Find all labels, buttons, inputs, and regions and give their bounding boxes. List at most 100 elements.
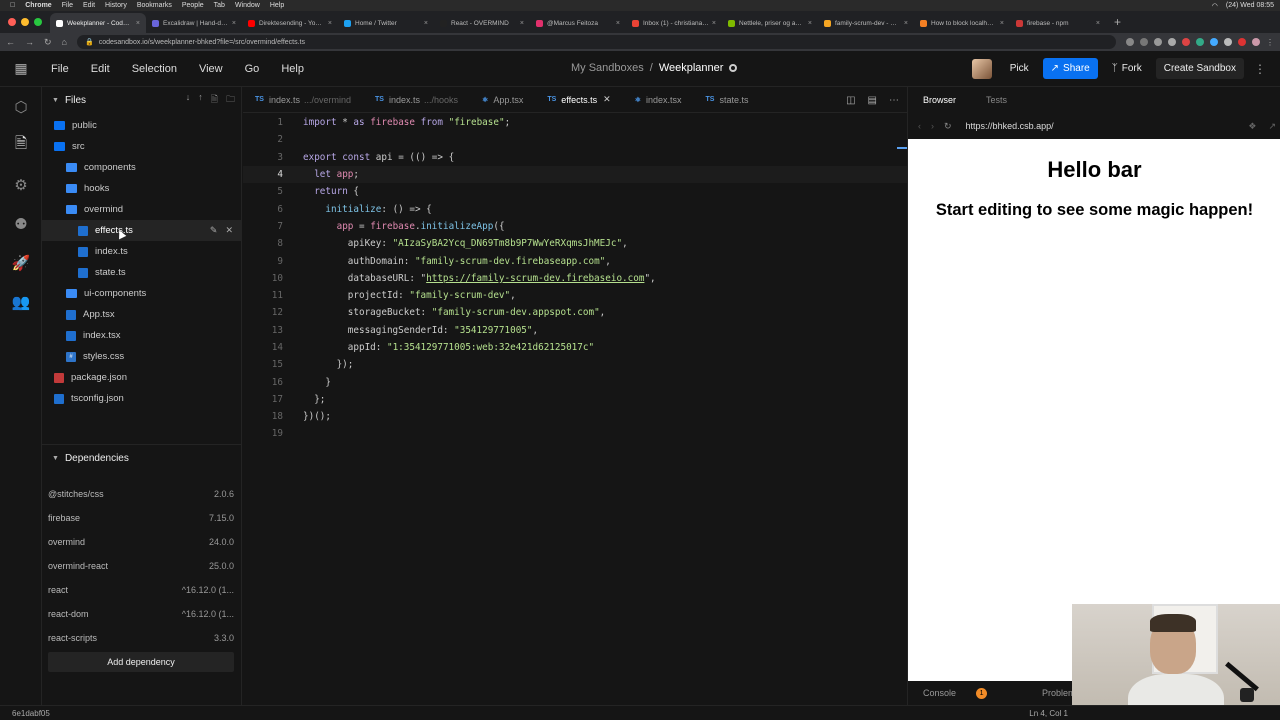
browser-tab[interactable]: Inbox (1) - christianalfoni@× <box>626 13 722 33</box>
sandbox-info-icon[interactable]: ⬡ <box>0 87 42 126</box>
os-menu-bookmarks[interactable]: Bookmarks <box>137 2 172 9</box>
menu-edit[interactable]: Edit <box>91 63 110 75</box>
close-tab-icon[interactable]: × <box>1000 20 1004 27</box>
browser-tab[interactable]: Direktesending - YouTube× <box>242 13 338 33</box>
browser-tab[interactable]: family-scrum-dev - Settings× <box>818 13 914 33</box>
editor-tab[interactable]: TS effects.ts ✕ <box>535 87 622 113</box>
extension-icon[interactable] <box>1210 37 1218 46</box>
file-item[interactable]: state.ts <box>42 262 241 283</box>
close-tab-icon[interactable]: × <box>1096 20 1100 27</box>
new-file-icon[interactable]: 🗎 <box>211 92 218 108</box>
split-editor-icon[interactable]: ◫ <box>846 95 855 106</box>
pick-button[interactable]: Pick <box>1002 58 1037 79</box>
toggle-icon[interactable]: ❖ <box>1248 121 1256 132</box>
folder-item[interactable]: overmind <box>42 199 241 220</box>
breadcrumb-parent[interactable]: My Sandboxes <box>571 62 644 74</box>
file-item[interactable]: App.tsx <box>42 304 241 325</box>
os-menu-edit[interactable]: Edit <box>83 2 95 9</box>
preview-toggle-icon[interactable]: ▤ <box>868 95 877 106</box>
fork-button[interactable]: ᛉ Fork <box>1104 58 1150 79</box>
close-tab-icon[interactable]: × <box>808 20 812 27</box>
close-tab-icon[interactable]: × <box>520 20 524 27</box>
folder-item[interactable]: ui-components <box>42 283 241 304</box>
extension-icon[interactable] <box>1238 37 1246 46</box>
os-menu-window[interactable]: Window <box>235 2 260 9</box>
dependency-item[interactable]: react-scripts 3.3.0 <box>48 629 234 647</box>
deploy-icon[interactable]: 🚀 <box>0 243 42 282</box>
files-panel-header[interactable]: ▼ Files ↓ ↑ 🗎 🗀 <box>42 87 241 113</box>
dependencies-header[interactable]: ▼ Dependencies <box>42 445 242 471</box>
avatar[interactable] <box>971 58 992 79</box>
codesandbox-logo-icon[interactable]: ▦ <box>0 60 42 77</box>
maximize-window-button[interactable] <box>34 18 42 26</box>
close-tab-icon[interactable]: × <box>136 20 140 27</box>
editor-tab[interactable]: ⚛ index.tsx <box>623 87 694 113</box>
back-icon[interactable]: ‹ <box>918 121 921 131</box>
close-tab-icon[interactable]: × <box>424 20 428 27</box>
dependency-item[interactable]: @stitches/css 2.0.6 <box>48 485 234 503</box>
dependency-item[interactable]: firebase 7.15.0 <box>48 509 234 527</box>
menu-help[interactable]: Help <box>281 63 304 75</box>
preview-tab-tests[interactable]: Tests <box>971 95 1022 105</box>
close-tab-icon[interactable]: × <box>712 20 716 27</box>
extension-icon[interactable] <box>1140 37 1148 46</box>
browser-tab[interactable]: @Marcus Feitoza × <box>530 13 626 33</box>
preview-url[interactable]: https://bhked.csb.app/ <box>966 121 1054 131</box>
wifi-icon[interactable]: ◠ <box>1212 2 1218 10</box>
chrome-menu-icon[interactable]: ⋮ <box>1266 38 1274 47</box>
menu-go[interactable]: Go <box>245 63 260 75</box>
browser-tab[interactable]: Weekplanner - CodeSandbox× <box>50 13 146 33</box>
folder-item[interactable]: hooks <box>42 178 241 199</box>
close-tab-icon[interactable]: × <box>616 20 620 27</box>
sort-down-icon[interactable]: ↓ <box>186 92 191 108</box>
close-window-button[interactable] <box>8 18 16 26</box>
browser-tab[interactable]: Nettlele, priser og avtaler × <box>722 13 818 33</box>
close-tab-icon[interactable]: × <box>904 20 908 27</box>
os-menu-history[interactable]: History <box>105 2 127 9</box>
close-tab-icon[interactable]: ✕ <box>603 94 611 105</box>
new-folder-icon[interactable]: 🗀 <box>226 92 235 108</box>
apple-icon[interactable]:  <box>10 2 15 9</box>
edit-icon[interactable]: ✎ <box>210 225 218 236</box>
live-icon[interactable]: 👥 <box>0 282 42 321</box>
browser-tab[interactable]: firebase - npm × <box>1010 13 1106 33</box>
dependency-item[interactable]: react ^16.12.0 (1... <box>48 581 234 599</box>
folder-item[interactable]: public <box>42 115 241 136</box>
browser-tab[interactable]: Home / Twitter × <box>338 13 434 33</box>
close-tab-icon[interactable]: × <box>328 20 332 27</box>
code-area[interactable]: 1 import * as firebase from "firebase"; 2 3… <box>243 114 907 674</box>
extension-icon[interactable] <box>1154 37 1162 46</box>
menu-view[interactable]: View <box>199 63 223 75</box>
extension-icon[interactable] <box>1196 37 1204 46</box>
browser-tab[interactable]: How to block localhost in × <box>914 13 1010 33</box>
extension-icon[interactable] <box>1224 37 1232 46</box>
file-item[interactable]: effects.ts ✎ ✕ <box>42 220 241 241</box>
sandbox-name[interactable]: Weekplanner <box>659 62 724 74</box>
editor-tab[interactable]: TS state.ts <box>694 87 761 113</box>
add-dependency-button[interactable]: Add dependency <box>48 652 234 672</box>
github-icon[interactable]: ⚉ <box>0 204 42 243</box>
dependency-item[interactable]: overmind 24.0.0 <box>48 533 234 551</box>
sort-up-icon[interactable]: ↑ <box>198 92 203 108</box>
forward-icon[interactable]: › <box>931 121 934 131</box>
extension-icon[interactable] <box>1126 37 1134 46</box>
extension-icon[interactable] <box>1182 37 1190 46</box>
file-item[interactable]: package.json <box>42 367 241 388</box>
preview-frame[interactable]: Hello bar Start editing to see some magi… <box>908 139 1280 681</box>
file-item[interactable]: # styles.css <box>42 346 241 367</box>
reload-icon[interactable]: ↻ <box>44 37 52 48</box>
file-item[interactable]: index.tsx <box>42 325 241 346</box>
share-button[interactable]: ↗ Share <box>1042 58 1098 79</box>
new-tab-button[interactable]: + <box>1106 15 1129 33</box>
forward-icon[interactable]: → <box>25 37 34 47</box>
os-menu-file[interactable]: File <box>62 2 73 9</box>
close-tab-icon[interactable]: × <box>232 20 236 27</box>
os-menu-chrome[interactable]: Chrome <box>25 2 51 9</box>
editor-tab[interactable]: ⚛ App.tsx <box>470 87 535 113</box>
reload-icon[interactable]: ↻ <box>944 121 952 132</box>
console-tab[interactable]: Console <box>923 688 956 698</box>
explorer-icon[interactable]: 🗎 <box>0 126 42 165</box>
delete-icon[interactable]: ✕ <box>225 225 233 236</box>
dependency-item[interactable]: overmind-react 25.0.0 <box>48 557 234 575</box>
folder-item[interactable]: components <box>42 157 241 178</box>
